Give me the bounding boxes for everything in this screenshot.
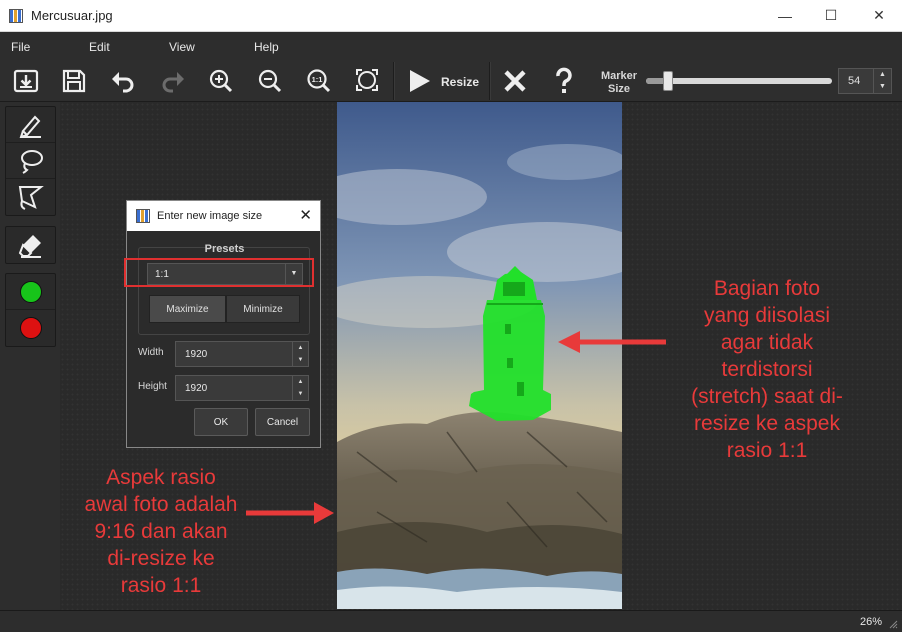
status-bar: 26% — [0, 610, 902, 632]
resize-grip-icon[interactable] — [888, 619, 898, 629]
zoom-level: 26% — [859, 616, 882, 628]
annotation-arrows — [246, 331, 666, 524]
arrow-right-icon — [246, 502, 334, 524]
arrow-left-icon — [558, 331, 666, 353]
